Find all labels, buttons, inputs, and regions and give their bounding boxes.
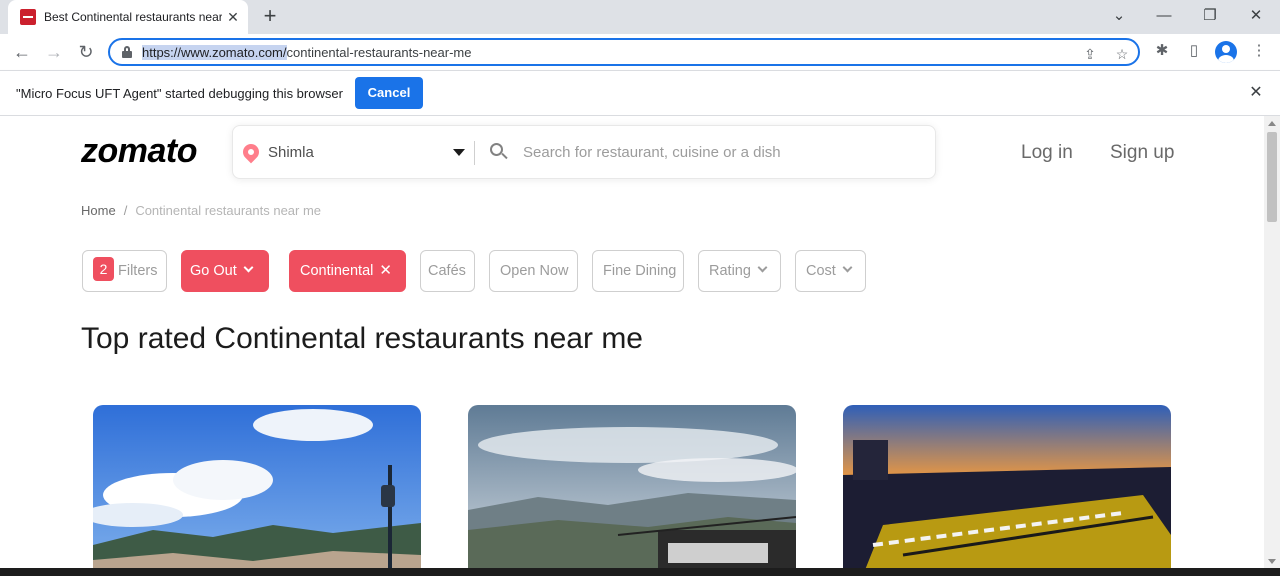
- breadcrumb-home[interactable]: Home: [81, 203, 116, 218]
- open-now-label: Open Now: [500, 263, 569, 279]
- rating-filter[interactable]: Rating: [698, 250, 781, 292]
- scroll-down-arrow-icon[interactable]: [1268, 559, 1276, 564]
- restaurant-card-image[interactable]: [468, 405, 796, 568]
- cancel-button[interactable]: Cancel: [355, 77, 423, 109]
- lock-icon[interactable]: [122, 46, 132, 58]
- cost-label: Cost: [806, 263, 836, 279]
- cafes-filter[interactable]: Cafés: [420, 250, 475, 292]
- cost-filter[interactable]: Cost: [795, 250, 866, 292]
- location-pin-icon: [239, 140, 263, 164]
- forward-button[interactable]: →: [42, 40, 66, 64]
- cafes-label: Cafés: [428, 263, 466, 279]
- restaurant-card-image[interactable]: [93, 405, 421, 568]
- url-host: https://www.zomato.com/: [142, 45, 287, 60]
- extensions-icon[interactable]: ✱: [1151, 40, 1173, 62]
- browser-toolbar: ← → ↻ https://www.zomato.com/continental…: [0, 34, 1280, 70]
- search-divider: [474, 141, 475, 165]
- tab-search-icon[interactable]: ⌄: [1105, 4, 1133, 28]
- continental-label: Continental: [300, 263, 374, 279]
- tab-close-icon[interactable]: ✕: [224, 8, 242, 26]
- search-input[interactable]: Search for restaurant, cuisine or a dish: [523, 144, 781, 161]
- url-text[interactable]: https://www.zomato.com/continental-resta…: [142, 45, 471, 60]
- infobar-close-icon[interactable]: ✕: [1246, 83, 1266, 103]
- zomato-favicon-icon: [20, 9, 36, 25]
- breadcrumb: Home / Continental restaurants near me: [81, 203, 321, 218]
- login-link[interactable]: Log in: [1021, 142, 1073, 164]
- url-path: continental-restaurants-near-me: [286, 45, 472, 60]
- browser-tab[interactable]: Best Continental restaurants near me ✕: [8, 0, 248, 34]
- signup-link[interactable]: Sign up: [1110, 142, 1174, 164]
- scroll-up-arrow-icon[interactable]: [1268, 121, 1276, 126]
- filters-button[interactable]: 2 Filters: [82, 250, 167, 292]
- chevron-down-icon: [842, 262, 853, 273]
- filter-count-badge: 2: [93, 257, 114, 281]
- chevron-down-icon: [243, 262, 254, 273]
- fine-dining-filter[interactable]: Fine Dining: [592, 250, 684, 292]
- os-taskbar: [0, 568, 1280, 576]
- search-icon: [490, 143, 508, 161]
- minimize-button[interactable]: —: [1150, 4, 1178, 28]
- go-out-label: Go Out: [190, 263, 237, 279]
- scrollbar-thumb[interactable]: [1267, 132, 1277, 222]
- reload-button[interactable]: ↻: [74, 40, 98, 64]
- infobar-message: "Micro Focus UFT Agent" started debuggin…: [16, 86, 343, 101]
- fine-dining-label: Fine Dining: [603, 263, 677, 279]
- restore-button[interactable]: ❐: [1196, 4, 1224, 28]
- new-tab-button[interactable]: +: [258, 5, 282, 29]
- search-bar: Shimla Search for restaurant, cuisine or…: [232, 125, 936, 179]
- chevron-down-icon: [757, 262, 768, 273]
- menu-kebab-icon[interactable]: ⋮: [1248, 40, 1270, 62]
- address-bar[interactable]: https://www.zomato.com/continental-resta…: [108, 38, 1140, 66]
- share-icon[interactable]: ⇪: [1080, 44, 1100, 64]
- close-window-button[interactable]: ✕: [1242, 4, 1270, 28]
- filters-label: Filters: [118, 263, 158, 279]
- back-button[interactable]: ←: [10, 40, 34, 64]
- bookmark-star-icon[interactable]: ☆: [1112, 44, 1132, 64]
- location-selector[interactable]: Shimla: [268, 144, 314, 161]
- open-now-filter[interactable]: Open Now: [489, 250, 578, 292]
- profile-avatar-icon[interactable]: [1215, 41, 1237, 63]
- restaurant-card-image[interactable]: [843, 405, 1171, 568]
- page-content: zomato Shimla Search for restaurant, cui…: [0, 116, 1264, 568]
- close-icon[interactable]: ✕: [379, 251, 392, 291]
- browser-tab-strip: Best Continental restaurants near me ✕ +…: [0, 0, 1280, 34]
- zomato-logo[interactable]: zomato: [81, 132, 198, 171]
- breadcrumb-separator: /: [123, 203, 128, 218]
- continental-filter[interactable]: Continental ✕: [289, 250, 406, 292]
- breadcrumb-current: Continental restaurants near me: [135, 203, 322, 218]
- go-out-filter[interactable]: Go Out: [181, 250, 269, 292]
- rating-label: Rating: [709, 263, 751, 279]
- page-scrollbar[interactable]: [1264, 116, 1280, 568]
- page-title: Top rated Continental restaurants near m…: [81, 322, 643, 355]
- side-panel-icon[interactable]: ▯: [1183, 40, 1205, 62]
- caret-down-icon[interactable]: [453, 149, 465, 156]
- debugging-infobar: "Micro Focus UFT Agent" started debuggin…: [0, 70, 1280, 116]
- tab-title: Best Continental restaurants near me: [44, 10, 222, 24]
